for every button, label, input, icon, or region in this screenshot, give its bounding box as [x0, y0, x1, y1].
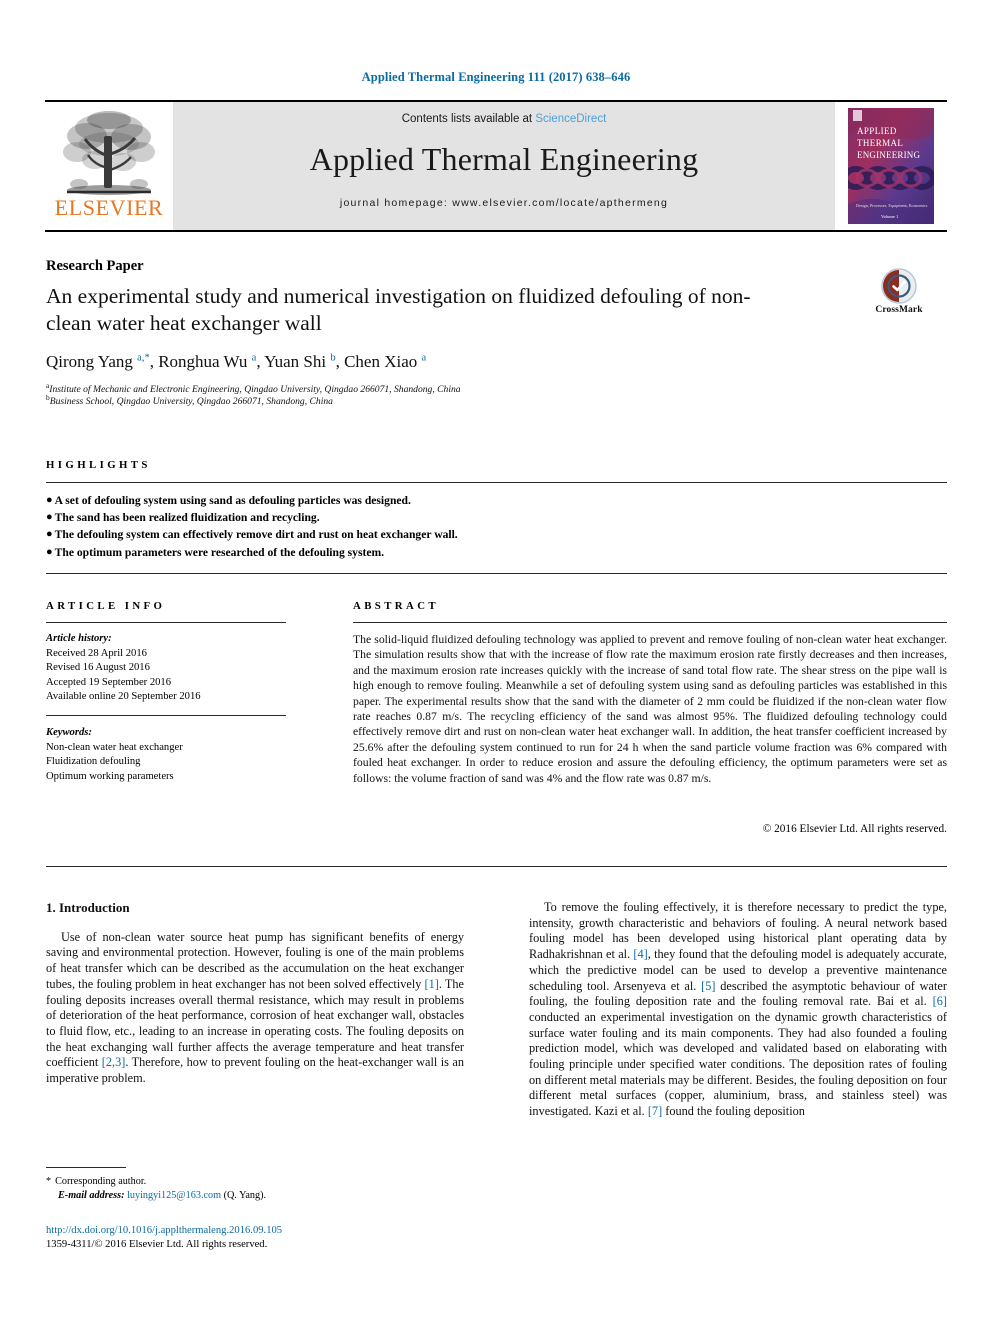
abstract-rule	[353, 622, 947, 623]
right-column-paragraphs: To remove the fouling effectively, it is…	[529, 900, 947, 1120]
article-history-block: Article history: Received 28 April 2016 Re…	[46, 632, 296, 705]
citation-link[interactable]: [2,3]	[102, 1055, 126, 1069]
journal-homepage-link[interactable]: journal homepage: www.elsevier.com/locat…	[340, 197, 668, 209]
keywords-rule	[46, 715, 286, 716]
corresponding-author-line: * Corresponding author.	[46, 1175, 466, 1189]
author-name: Yuan Shi	[264, 352, 331, 371]
author-name: Chen Xiao	[344, 352, 422, 371]
highlight-item: ● A set of defouling system using sand as…	[46, 492, 926, 509]
journal-cover-block: APPLIED THERMAL ENGINEERING Design, Proc…	[835, 102, 947, 230]
bullet-icon: ●	[46, 545, 53, 558]
crossmark-badge[interactable]: CrossMark	[851, 268, 947, 315]
bullet-icon: ●	[46, 511, 53, 524]
article-info-rule	[46, 622, 286, 623]
highlights-rule-bottom	[46, 573, 947, 574]
highlights-rule-top	[46, 482, 947, 483]
article-history-entry: Available online 20 September 2016	[46, 691, 201, 703]
abstract-copyright: © 2016 Elsevier Ltd. All rights reserved…	[762, 823, 947, 835]
email-label: E-mail address:	[58, 1189, 128, 1201]
author-separator: ,	[335, 352, 345, 371]
body-paragraph: Use of non-clean water source heat pump …	[46, 929, 464, 1086]
keyword-item: Optimum working parameters	[46, 770, 174, 782]
article-history-entry: Received 28 April 2016	[46, 647, 147, 659]
email-line: E-mail address: luyingyi125@163.com (Q. …	[46, 1189, 466, 1203]
highlight-item: ● The optimum parameters were researched …	[46, 544, 926, 561]
svg-text:ENGINEERING: ENGINEERING	[857, 150, 920, 160]
contents-prefix: Contents lists available at	[401, 113, 536, 125]
author-name: Ronghua Wu	[158, 352, 252, 371]
page-footer: http://dx.doi.org/10.1016/j.applthermale…	[46, 1224, 506, 1252]
bullet-icon: ●	[46, 494, 53, 506]
elsevier-wordmark: ELSEVIER	[54, 195, 164, 220]
svg-text:THERMAL: THERMAL	[857, 138, 903, 148]
footnote-rule	[46, 1167, 126, 1168]
article-history-label: Article history:	[46, 633, 112, 644]
highlights-list: ● A set of defouling system using sand as…	[46, 492, 926, 561]
article-type-label: Research Paper	[46, 258, 144, 274]
crossmark-label: CrossMark	[875, 305, 923, 315]
highlight-item: ● The sand has been realized fluidization…	[46, 509, 926, 526]
running-head: Applied Thermal Engineering 111 (2017) 6…	[361, 70, 631, 84]
body-column-left: 1. Introduction Use of non-clean water s…	[46, 900, 464, 1087]
author-separator: ,	[149, 352, 159, 371]
corresponding-author-footnote: * Corresponding author. E-mail address: lu…	[46, 1175, 466, 1202]
elsevier-publisher-block: ELSEVIER	[45, 102, 173, 230]
doi-link[interactable]: http://dx.doi.org/10.1016/j.applthermale…	[46, 1224, 506, 1238]
article-page: Applied Thermal Engineering 111 (2017) 6…	[0, 0, 992, 1323]
citation-link[interactable]: [4]	[633, 947, 647, 961]
affiliation-text: Business School, Qingdao University, Qin…	[49, 396, 333, 408]
keywords-label: Keywords:	[46, 727, 92, 738]
keyword-item: Non-clean water heat exchanger	[46, 741, 183, 753]
abstract-bottom-rule	[46, 866, 947, 867]
body-paragraph: To remove the fouling effectively, it is…	[529, 900, 947, 1119]
elsevier-tree-logo-icon	[63, 111, 155, 195]
sciencedirect-link[interactable]: ScienceDirect	[535, 113, 606, 125]
keyword-item: Fluidization defouling	[46, 756, 141, 768]
highlights-heading: HIGHLIGHTS	[46, 459, 151, 471]
citation-link[interactable]: [6]	[933, 994, 947, 1008]
crossmark-badge-icon	[881, 268, 917, 304]
section-heading-introduction: 1. Introduction	[46, 900, 130, 915]
highlight-text: The defouling system can effectively rem…	[54, 528, 458, 542]
journal-title: Applied Thermal Engineering	[309, 141, 699, 177]
highlight-text: The sand has been realized fluidization …	[54, 511, 320, 525]
corresponding-author-marker: *	[46, 1176, 52, 1187]
journal-cover-thumbnail-icon: APPLIED THERMAL ENGINEERING Design, Proc…	[848, 108, 934, 224]
highlight-text: The optimum parameters were researched o…	[54, 545, 385, 559]
left-column-paragraphs: Use of non-clean water source heat pump …	[46, 930, 464, 1087]
highlight-text: A set of defouling system using sand as …	[54, 494, 411, 507]
abstract-heading: ABSTRACT	[353, 600, 439, 612]
article-history-entry: Accepted 19 September 2016	[46, 676, 172, 688]
issn-copyright-line: 1359-4311/© 2016 Elsevier Ltd. All right…	[46, 1239, 268, 1250]
journal-header-band: ELSEVIER Contents lists available at Sci…	[45, 100, 947, 232]
citation-link[interactable]: [1]	[425, 977, 439, 991]
corresponding-author-text: Corresponding author.	[55, 1176, 147, 1187]
page-title: An experimental study and numerical inve…	[46, 284, 751, 335]
keywords-block: Keywords: Non-clean water heat exchanger F…	[46, 726, 296, 784]
citation-link[interactable]: [7]	[648, 1104, 662, 1118]
journal-band-center: Contents lists available at ScienceDirec…	[173, 102, 835, 230]
email-owner: (Q. Yang).	[221, 1189, 267, 1201]
citation-link[interactable]: [5]	[701, 979, 715, 993]
article-history-entry: Revised 16 August 2016	[46, 662, 150, 674]
svg-text:Volume 1: Volume 1	[881, 214, 898, 219]
abstract-text: The solid-liquid fluidized defouling tec…	[353, 633, 947, 785]
contents-available-line: Contents lists available at ScienceDirec…	[402, 113, 607, 125]
body-column-right: To remove the fouling effectively, it is…	[529, 900, 947, 1120]
svg-text:APPLIED: APPLIED	[857, 126, 897, 136]
author-affiliation-marker: a	[421, 352, 427, 364]
article-info-heading: ARTICLE INFO	[46, 600, 166, 612]
author-affiliation-marker: a,*	[137, 352, 150, 364]
affiliation-b: bBusiness School, Qingdao University, Qi…	[46, 392, 826, 409]
highlight-item: ● The defouling system can effectively re…	[46, 526, 926, 543]
bullet-icon: ●	[46, 528, 53, 541]
email-address-link[interactable]: luyingyi125@163.com	[127, 1190, 221, 1201]
author-name: Qirong Yang	[46, 352, 138, 371]
author-list: Qirong Yang a,*, Ronghua Wu a, Yuan Shi …	[46, 352, 826, 372]
